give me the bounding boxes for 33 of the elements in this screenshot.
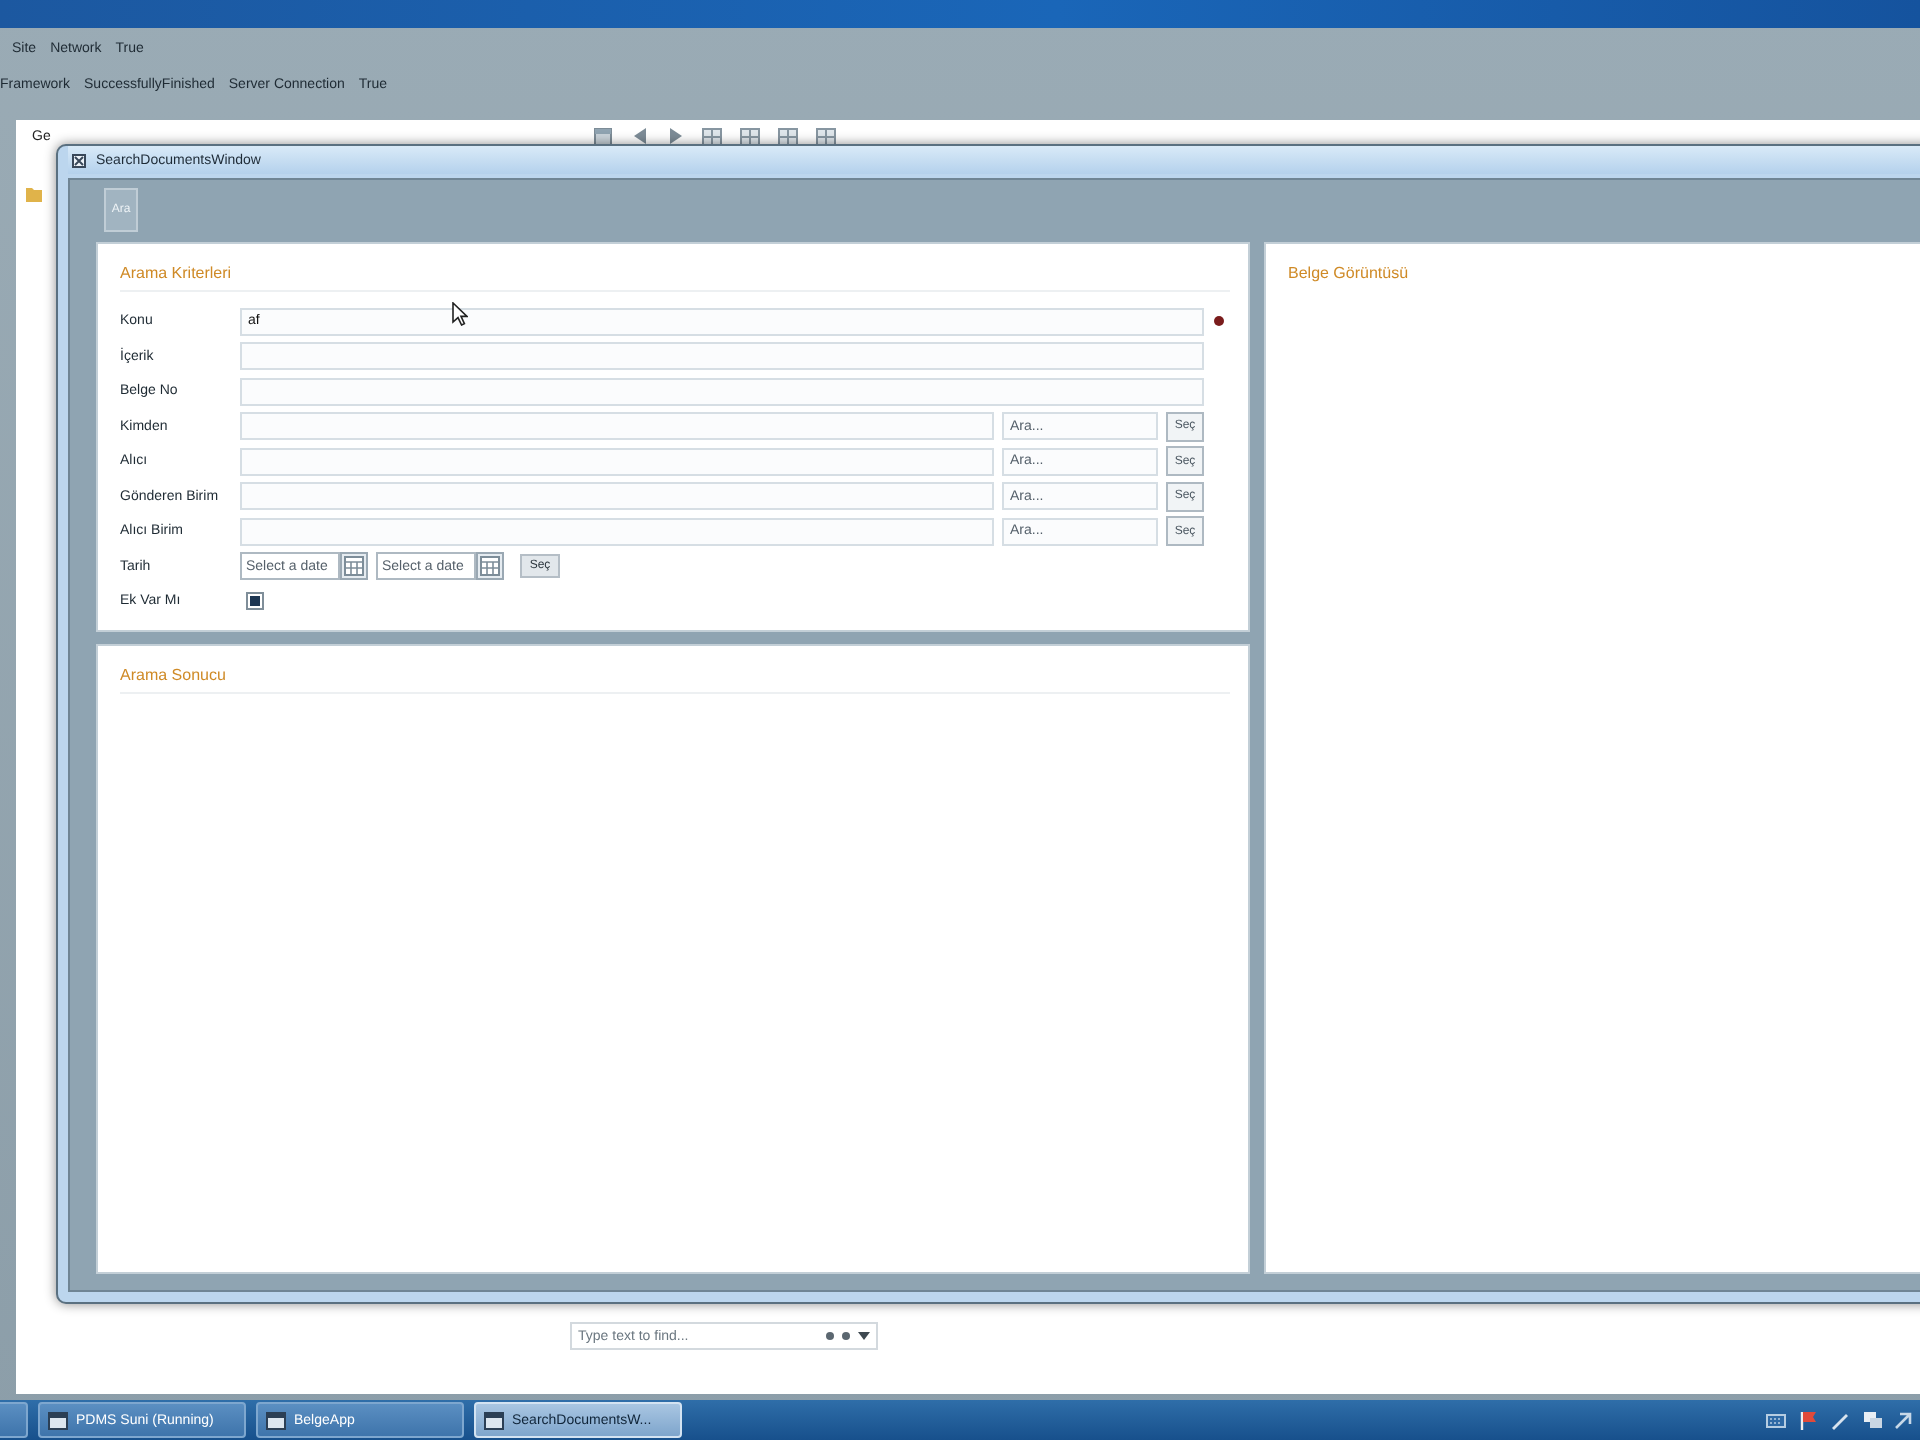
calendar-icon[interactable] (476, 552, 504, 581)
text-field[interactable] (240, 482, 994, 511)
panel-title: Arama Sonucu (120, 646, 1230, 694)
arrow-icon[interactable] (1894, 1411, 1912, 1429)
panel-title: Belge Görüntüsü (1288, 262, 1411, 286)
cursor-icon (452, 302, 468, 326)
close-icon[interactable] (72, 153, 86, 167)
slash-icon[interactable] (1830, 1410, 1850, 1430)
grid-icon[interactable] (816, 127, 837, 145)
keyboard-icon[interactable] (1766, 1413, 1786, 1427)
panel-title: Arama Kriterleri (120, 244, 1230, 292)
flag-icon[interactable] (1798, 1410, 1818, 1430)
text-field[interactable] (240, 412, 994, 441)
checkbox[interactable] (246, 592, 264, 611)
app-icon (48, 1411, 68, 1429)
text-field[interactable] (240, 377, 1204, 406)
left-arrow-icon[interactable] (632, 128, 649, 144)
calendar-icon[interactable] (340, 552, 368, 581)
app-icon (266, 1411, 286, 1429)
dot-icon[interactable] (842, 1332, 850, 1340)
folder-icon (26, 186, 42, 202)
grid-icon[interactable] (778, 127, 799, 145)
caret-icon[interactable] (858, 1332, 870, 1340)
text-field[interactable] (240, 517, 994, 546)
dot-icon[interactable] (826, 1332, 834, 1340)
window-icon[interactable] (594, 127, 613, 145)
text-field[interactable] (240, 342, 1204, 371)
text-field[interactable] (240, 447, 994, 476)
grid-icon[interactable] (740, 127, 761, 145)
right-arrow-icon[interactable] (668, 128, 685, 144)
grid-icon[interactable] (702, 127, 723, 145)
squares-icon[interactable] (1862, 1410, 1882, 1430)
app-icon (484, 1411, 504, 1429)
